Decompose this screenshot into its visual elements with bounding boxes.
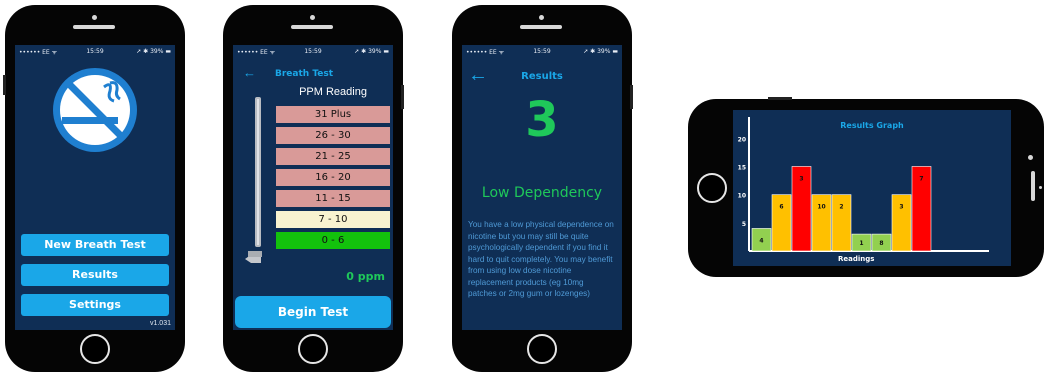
ppm-range-row: 31 Plus xyxy=(276,106,390,123)
bar-value-label: 8 xyxy=(879,240,883,247)
new-breath-test-button[interactable]: New Breath Test xyxy=(21,234,169,256)
battery-status: ➚ ✱ 39% ▬ xyxy=(354,48,389,55)
earpiece xyxy=(1031,171,1035,201)
home-screen: •••••• EE ᯤ 15:59 ➚ ✱ 39% ▬ New Breath T… xyxy=(15,45,175,330)
y-tick-label: 5 xyxy=(742,221,746,228)
home-button[interactable] xyxy=(527,334,557,364)
bar-value-label: 3 xyxy=(899,204,903,211)
phone-graph: Results Graph 5 10 15 20 4 6 3 10 2 1 8 3 7 Readings xyxy=(688,97,1044,277)
ppm-range-row: 11 - 15 xyxy=(276,190,390,207)
phone-results: •••••• EE ᯤ 15:59 ➚ ✱ 39% ▬ ← Results 3 … xyxy=(452,5,633,372)
result-description: You have a low physical dependence on ni… xyxy=(468,220,614,298)
bar-value-label: 2 xyxy=(839,204,843,211)
bar-value-label: 3 xyxy=(799,175,803,182)
front-camera xyxy=(1028,155,1033,160)
breath-test-screen: •••••• EE ᯤ 15:59 ➚ ✱ 39% ▬ ← Breath Tes… xyxy=(233,45,393,330)
earpiece xyxy=(520,25,562,29)
version-label: v1.031 xyxy=(149,320,171,327)
no-smoking-icon xyxy=(53,68,137,152)
bar-value-label: 10 xyxy=(817,204,825,211)
home-button[interactable] xyxy=(80,334,110,364)
ppm-range-row: 7 - 10 xyxy=(276,211,390,228)
bar-value-label: 6 xyxy=(779,204,783,211)
earpiece xyxy=(291,25,333,29)
side-button xyxy=(3,75,6,95)
ppm-range-row: 0 - 6 xyxy=(276,232,390,249)
side-button xyxy=(630,85,633,109)
front-camera xyxy=(539,15,544,20)
earpiece xyxy=(73,25,115,29)
front-camera xyxy=(310,15,315,20)
bar-value-label: 1 xyxy=(859,240,863,247)
ppm-range-row: 16 - 20 xyxy=(276,169,390,186)
side-button xyxy=(401,85,404,109)
dependency-label: Low Dependency xyxy=(481,185,603,201)
ppm-range-row: 26 - 30 xyxy=(276,127,390,144)
begin-test-button[interactable]: Begin Test xyxy=(235,296,391,328)
y-tick-label: 15 xyxy=(738,164,746,171)
side-button xyxy=(768,97,792,100)
ppm-heading: PPM Reading xyxy=(299,86,367,98)
settings-button[interactable]: Settings xyxy=(21,294,169,316)
score-value: 3 xyxy=(525,92,559,148)
status-bar: •••••• EE ᯤ 15:59 ➚ ✱ 39% ▬ xyxy=(462,45,622,57)
y-tick-label: 10 xyxy=(738,193,746,200)
arrow-left-icon[interactable]: ← xyxy=(243,65,256,80)
results-bar-chart: 5 10 15 20 4 6 3 10 2 1 8 3 7 xyxy=(738,117,989,252)
sensor-dot xyxy=(1039,186,1042,189)
status-bar: •••••• EE ᯤ 15:59 ➚ ✱ 39% ▬ xyxy=(233,45,393,57)
graph-screen: Results Graph 5 10 15 20 4 6 3 10 2 1 8 3 7 Readings xyxy=(733,110,1011,266)
results-button[interactable]: Results xyxy=(21,264,169,286)
status-bar: •••••• EE ᯤ 15:59 ➚ ✱ 39% ▬ xyxy=(15,45,175,57)
thermometer-gauge xyxy=(245,97,262,263)
home-button[interactable] xyxy=(697,173,727,203)
home-button[interactable] xyxy=(298,334,328,364)
front-camera xyxy=(92,15,97,20)
page-title: Breath Test xyxy=(275,69,334,79)
ppm-range-row: 21 - 25 xyxy=(276,148,390,165)
results-screen: •••••• EE ᯤ 15:59 ➚ ✱ 39% ▬ ← Results 3 … xyxy=(462,45,622,330)
battery-status: ➚ ✱ 39% ▬ xyxy=(583,48,618,55)
battery-status: ➚ ✱ 39% ▬ xyxy=(136,48,171,55)
bar-value-label: 4 xyxy=(759,237,763,244)
page-title: Results xyxy=(521,71,563,82)
phone-home: •••••• EE ᯤ 15:59 ➚ ✱ 39% ▬ New Breath T… xyxy=(3,5,185,372)
y-tick-label: 20 xyxy=(738,136,746,143)
ppm-reading: 0 ppm xyxy=(346,270,385,283)
bar-value-label: 7 xyxy=(919,175,923,182)
x-axis-label: Readings xyxy=(838,255,875,263)
phone-breath-test: •••••• EE ᯤ 15:59 ➚ ✱ 39% ▬ ← Breath Tes… xyxy=(223,5,404,372)
